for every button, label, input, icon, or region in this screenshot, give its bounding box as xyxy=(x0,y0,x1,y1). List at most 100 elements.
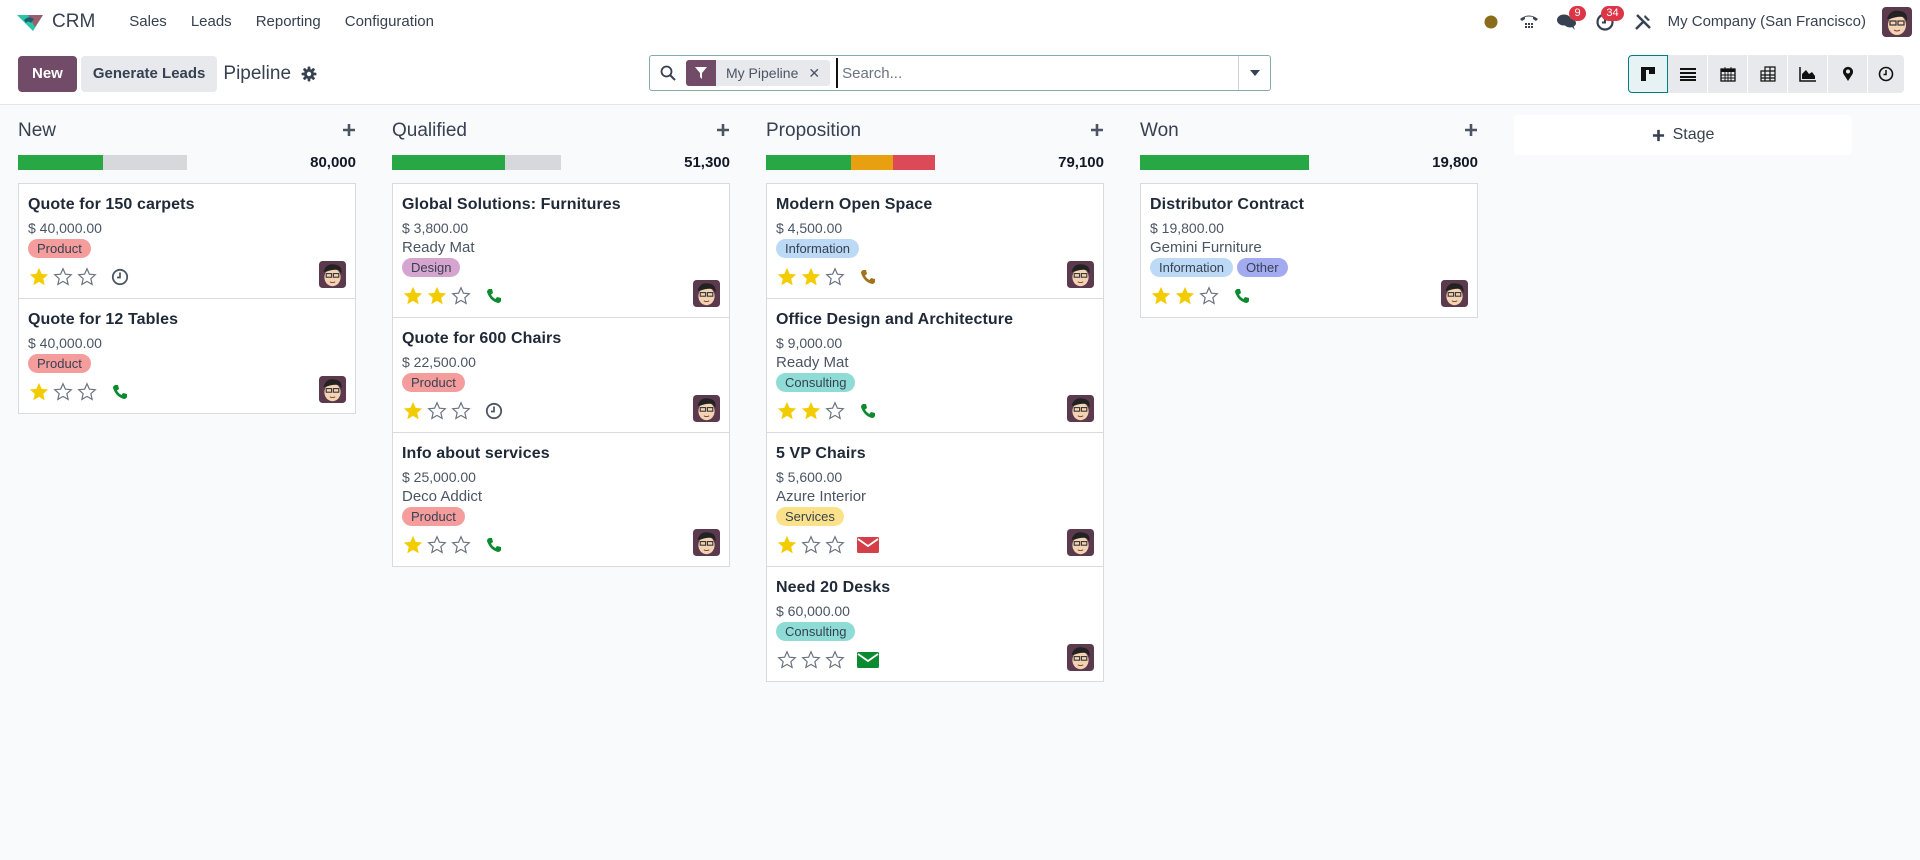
remove-facet-icon[interactable]: ✕ xyxy=(808,65,830,82)
user-avatar[interactable] xyxy=(1882,6,1912,37)
column-title[interactable]: Won xyxy=(1140,120,1179,142)
search-icon[interactable] xyxy=(650,65,686,81)
star-filled-icon[interactable] xyxy=(1174,285,1196,307)
lead-card[interactable]: Quote for 600 Chairs $ 22,500.00 Product xyxy=(393,318,729,433)
gear-icon[interactable] xyxy=(301,66,317,82)
salesperson-avatar[interactable] xyxy=(319,261,346,288)
star-filled-icon[interactable] xyxy=(402,534,424,556)
star-filled-icon[interactable] xyxy=(776,534,798,556)
menu-leads[interactable]: Leads xyxy=(179,13,244,30)
generate-leads-button[interactable]: Generate Leads xyxy=(80,55,218,92)
search-input[interactable] xyxy=(836,58,1238,88)
star-empty-icon[interactable] xyxy=(426,400,448,422)
view-list[interactable] xyxy=(1668,55,1708,93)
star-filled-icon[interactable] xyxy=(800,266,822,288)
star-empty-icon[interactable] xyxy=(52,266,74,288)
star-empty-icon[interactable] xyxy=(824,534,846,556)
quick-create-button[interactable] xyxy=(342,120,356,143)
messages-button[interactable]: 9 xyxy=(1548,0,1586,43)
lead-card[interactable]: 5 VP Chairs $ 5,600.00 Azure Interior Servi… xyxy=(767,433,1103,567)
progress-bar[interactable] xyxy=(766,154,935,170)
company-switcher[interactable]: My Company (San Francisco) xyxy=(1668,13,1866,30)
menu-sales[interactable]: Sales xyxy=(117,13,179,30)
star-filled-icon[interactable] xyxy=(426,285,448,307)
salesperson-avatar[interactable] xyxy=(1067,395,1094,422)
star-empty-icon[interactable] xyxy=(450,285,472,307)
salesperson-avatar[interactable] xyxy=(1067,261,1094,288)
envelope-icon[interactable] xyxy=(856,533,880,557)
star-filled-icon[interactable] xyxy=(776,400,798,422)
progress-segment-orange[interactable] xyxy=(850,154,893,170)
star-empty-icon[interactable] xyxy=(824,649,846,671)
quick-create-button[interactable] xyxy=(1090,120,1104,143)
salesperson-avatar[interactable] xyxy=(1441,280,1468,307)
progress-bar[interactable] xyxy=(18,154,187,170)
salesperson-avatar[interactable] xyxy=(1067,644,1094,671)
voip-button[interactable] xyxy=(1510,0,1548,43)
progress-segment-green[interactable] xyxy=(18,154,103,170)
lead-card[interactable]: Distributor Contract $ 19,800.00 Gemini Fu… xyxy=(1141,184,1477,317)
menu-reporting[interactable]: Reporting xyxy=(244,13,333,30)
progress-segment-green[interactable] xyxy=(1140,154,1309,170)
phone-icon[interactable] xyxy=(856,399,880,423)
star-empty-icon[interactable] xyxy=(450,400,472,422)
view-map[interactable] xyxy=(1828,55,1868,93)
salesperson-avatar[interactable] xyxy=(693,395,720,422)
column-title[interactable]: Proposition xyxy=(766,120,861,142)
column-title[interactable]: New xyxy=(18,120,56,142)
star-empty-icon[interactable] xyxy=(824,400,846,422)
lead-card[interactable]: Office Design and Architecture $ 9,000.00… xyxy=(767,299,1103,433)
star-filled-icon[interactable] xyxy=(28,381,50,403)
star-filled-icon[interactable] xyxy=(402,285,424,307)
activities-button[interactable]: 34 xyxy=(1586,0,1624,43)
column-title[interactable]: Qualified xyxy=(392,120,467,142)
progress-bar[interactable] xyxy=(1140,154,1309,170)
star-empty-icon[interactable] xyxy=(824,266,846,288)
salesperson-avatar[interactable] xyxy=(319,376,346,403)
phone-icon[interactable] xyxy=(1230,284,1254,308)
progress-bar[interactable] xyxy=(392,154,561,170)
menu-configuration[interactable]: Configuration xyxy=(333,13,446,30)
progress-segment-green[interactable] xyxy=(392,154,506,170)
quick-create-button[interactable] xyxy=(1464,120,1478,143)
star-empty-icon[interactable] xyxy=(52,381,74,403)
search-options-toggle[interactable] xyxy=(1238,56,1270,90)
view-kanban[interactable] xyxy=(1628,55,1668,93)
debug-tools-button[interactable] xyxy=(1624,0,1662,43)
phone-icon[interactable] xyxy=(856,265,880,289)
star-filled-icon[interactable] xyxy=(776,266,798,288)
star-filled-icon[interactable] xyxy=(800,400,822,422)
view-pivot[interactable] xyxy=(1748,55,1788,93)
star-empty-icon[interactable] xyxy=(776,649,798,671)
clock-icon[interactable] xyxy=(482,399,506,423)
salesperson-avatar[interactable] xyxy=(693,529,720,556)
clock-icon[interactable] xyxy=(108,265,132,289)
star-empty-icon[interactable] xyxy=(426,534,448,556)
salesperson-avatar[interactable] xyxy=(693,280,720,307)
star-filled-icon[interactable] xyxy=(28,266,50,288)
view-graph[interactable] xyxy=(1788,55,1828,93)
phone-icon[interactable] xyxy=(482,533,506,557)
view-calendar[interactable] xyxy=(1708,55,1748,93)
lead-card[interactable]: Modern Open Space $ 4,500.00 Information xyxy=(767,184,1103,299)
lead-card[interactable]: Info about services $ 25,000.00 Deco Addic… xyxy=(393,433,729,566)
view-activity[interactable] xyxy=(1868,55,1904,93)
star-empty-icon[interactable] xyxy=(800,649,822,671)
progress-segment-green[interactable] xyxy=(766,154,851,170)
app-brand[interactable]: CRM xyxy=(16,11,95,33)
lead-card[interactable]: Quote for 150 carpets $ 40,000.00 Product xyxy=(19,184,355,299)
star-filled-icon[interactable] xyxy=(402,400,424,422)
star-empty-icon[interactable] xyxy=(76,381,98,403)
lead-card[interactable]: Need 20 Desks $ 60,000.00 Consulting xyxy=(767,567,1103,681)
new-button[interactable]: New xyxy=(18,55,77,92)
salesperson-avatar[interactable] xyxy=(1067,529,1094,556)
add-stage-button[interactable]: Stage xyxy=(1514,115,1852,155)
star-filled-icon[interactable] xyxy=(1150,285,1172,307)
progress-segment-red[interactable] xyxy=(892,154,935,170)
lead-card[interactable]: Global Solutions: Furnitures $ 3,800.00 Re… xyxy=(393,184,729,318)
star-empty-icon[interactable] xyxy=(450,534,472,556)
star-empty-icon[interactable] xyxy=(800,534,822,556)
quick-create-button[interactable] xyxy=(716,120,730,143)
envelope-icon[interactable] xyxy=(856,648,880,672)
lead-card[interactable]: Quote for 12 Tables $ 40,000.00 Product xyxy=(19,299,355,413)
